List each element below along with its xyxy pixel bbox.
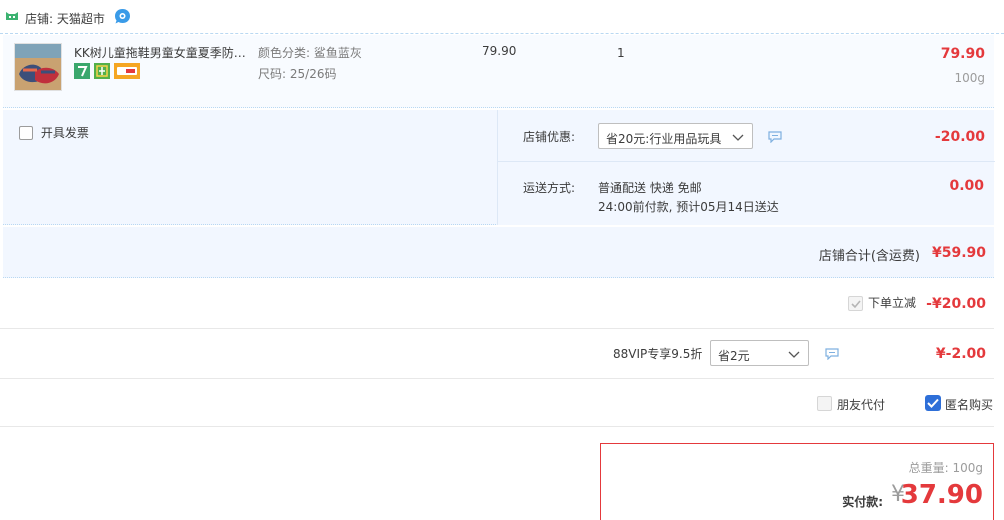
total-weight: 总重量: 100g xyxy=(908,461,983,475)
instant-discount-row: 下单立减 -¥20.00 xyxy=(0,279,994,329)
vip-discount-selected: 省2元 xyxy=(718,349,750,363)
shop-total-label: 店铺合计(含运费) xyxy=(818,249,920,264)
order-item-row: KK树儿童拖鞋男童女童夏季防… 颜色分类: 鲨鱼蓝灰 尺码: 25/26码 79… xyxy=(3,35,994,108)
unit-price: 79.90 xyxy=(482,44,517,58)
order-options: 开具发票 店铺优惠: 省20元:行业用品玩具 -20.00 运送方式: 普通配送… xyxy=(3,110,995,225)
shop-total-row: 店铺合计(含运费) ¥59.90 xyxy=(3,227,994,278)
pay-amount: 37.90 xyxy=(900,480,983,510)
shop-discount-select[interactable]: 省20元:行业用品玩具 xyxy=(598,123,753,149)
instant-discount-checkbox xyxy=(848,296,863,311)
instant-discount-label: 下单立减 xyxy=(868,296,917,310)
product-thumbnail[interactable] xyxy=(14,43,62,91)
message-icon[interactable] xyxy=(768,131,782,144)
pay-label: 实付款: xyxy=(842,495,883,509)
item-weight: 100g xyxy=(954,71,985,85)
shop-options-panel: 店铺优惠: 省20元:行业用品玩具 -20.00 运送方式: 普通配送 快递 免… xyxy=(497,110,995,225)
vip-discount-value: ¥-2.00 xyxy=(935,346,986,362)
authentic-guarantee-icon[interactable] xyxy=(94,63,110,79)
quantity: 1 xyxy=(617,46,625,60)
chevron-down-icon xyxy=(732,131,744,143)
vip-discount-select[interactable]: 省2元 xyxy=(710,340,809,366)
shipping-eta: 24:00前付款, 预计05月14日送达 xyxy=(598,200,779,214)
item-subtotal: 79.90 xyxy=(940,46,985,62)
anonymous-label[interactable]: 匿名购买 xyxy=(945,396,993,413)
sku-color: 颜色分类: 鲨鱼蓝灰 xyxy=(258,46,362,60)
vip-discount-row: 88VIP专享9.5折 省2元 ¥-2.00 xyxy=(0,329,994,379)
payment-options-row: 朋友代付 匿名购买 xyxy=(0,379,994,427)
shop-discount-amount: -20.00 xyxy=(934,129,985,145)
chevron-down-icon xyxy=(788,348,800,360)
shop-discount-row: 店铺优惠: 省20元:行业用品玩具 -20.00 xyxy=(498,110,995,162)
anonymous-checkbox[interactable] xyxy=(925,395,941,411)
shop-discount-label: 店铺优惠: xyxy=(523,130,576,144)
product-title-link[interactable]: KK树儿童拖鞋男童女童夏季防… xyxy=(74,44,254,61)
message-icon[interactable] xyxy=(825,348,839,361)
shipping-method: 普通配送 快递 免邮 xyxy=(598,181,702,195)
invoice-checkbox[interactable] xyxy=(19,125,33,140)
tmall-cat-icon xyxy=(5,11,19,22)
vip-discount-label: 88VIP专享9.5折 xyxy=(613,347,703,361)
friend-pay-checkbox[interactable] xyxy=(817,396,832,411)
invoice-label: 开具发票 xyxy=(40,126,89,140)
shop-total-value: ¥59.90 xyxy=(931,245,986,261)
shop-discount-selected: 省20元:行业用品玩具 xyxy=(606,132,722,146)
aliwangwang-chat-icon[interactable] xyxy=(114,8,131,25)
shop-header: 店铺: 天猫超市 xyxy=(0,0,1004,34)
shipping-label: 运送方式: xyxy=(523,181,576,195)
friend-pay-label[interactable]: 朋友代付 xyxy=(837,396,885,413)
shop-name[interactable]: 店铺: 天猫超市 xyxy=(25,10,105,27)
shipping-amount: 0.00 xyxy=(949,178,984,194)
7-day-return-icon[interactable] xyxy=(74,63,90,79)
invoice-option[interactable]: 开具发票 xyxy=(19,124,89,141)
payment-summary: 总重量: 100g 实付款: ¥ 37.90 xyxy=(600,443,994,520)
sku-size: 尺码: 25/26码 xyxy=(258,67,337,81)
credit-card-icon[interactable] xyxy=(114,63,140,79)
instant-discount-value: -¥20.00 xyxy=(926,296,986,312)
